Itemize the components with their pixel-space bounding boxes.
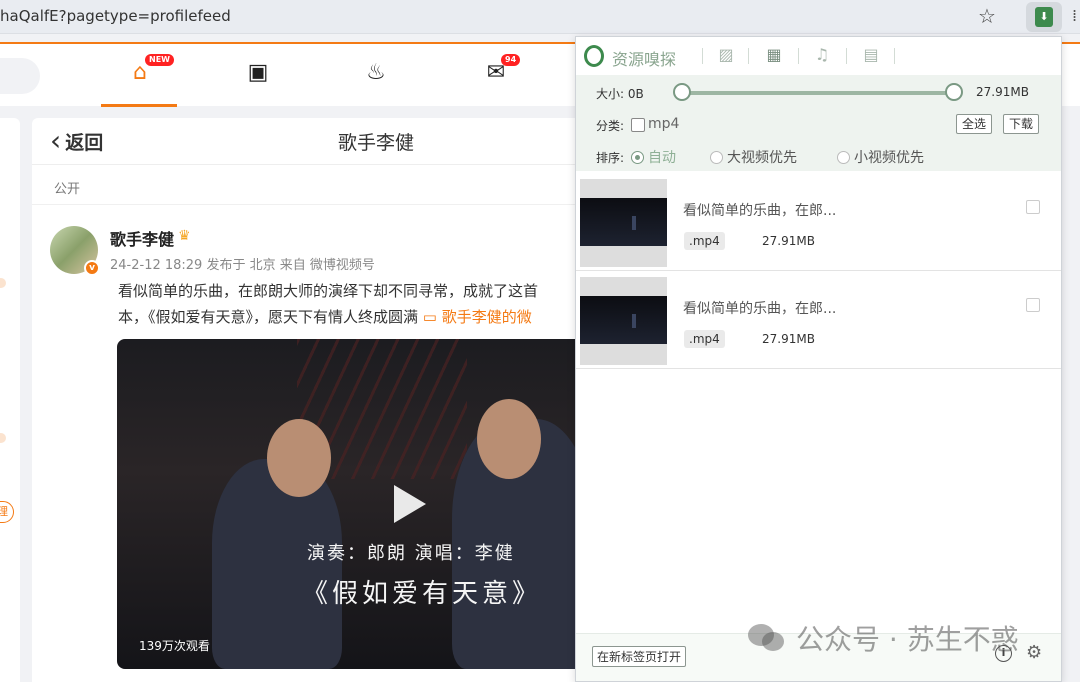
- crown-icon: ♛: [178, 228, 191, 244]
- divider: [702, 48, 703, 64]
- address-bar: haQalfE?pagetype=profilefeed ☆ ⬇ ⁞: [0, 0, 1080, 34]
- file-size: 27.91MB: [762, 332, 815, 346]
- divider: [32, 164, 592, 165]
- post-text-line: 看似简单的乐曲，在郎朗大师的演绎下却不同寻常，成就了这首: [118, 282, 539, 300]
- download-button[interactable]: 下载: [1003, 114, 1040, 134]
- back-label: 返回: [65, 132, 104, 154]
- video-credits: 演奏：郎朗 演唱：李健: [307, 543, 515, 564]
- singer-head: [477, 399, 541, 479]
- star-icon[interactable]: ☆: [978, 4, 996, 28]
- file-size: 27.91MB: [762, 234, 815, 248]
- hot-icon[interactable]: ♨: [361, 60, 391, 90]
- sort-small-first-radio[interactable]: [837, 151, 850, 164]
- divider: [894, 48, 895, 64]
- category-label: 分类:: [596, 119, 625, 133]
- post-text-plain: 本，《假如爱有天意》，愿天下有情人终成圆满: [118, 308, 423, 326]
- post-text-line: 本，《假如爱有天意》，愿天下有情人终成圆满 ▭ 歌手李健的微: [118, 304, 592, 330]
- size-min-label: 大小: 0B: [596, 87, 644, 101]
- slider-max-handle[interactable]: [945, 83, 963, 101]
- video-thumbnail[interactable]: [580, 277, 667, 365]
- sort-option-label: 小视频优先: [854, 150, 924, 166]
- format-badge: .mp4: [684, 330, 725, 348]
- watermark-text: 公众号 · 苏生不惑: [796, 623, 1019, 656]
- sort-label: 排序:: [596, 151, 625, 165]
- search-input[interactable]: [0, 58, 40, 94]
- resource-title: 看似简单的乐曲，在郎...: [683, 203, 837, 219]
- extension-button[interactable]: ⬇: [1026, 2, 1062, 32]
- divider: [748, 48, 749, 64]
- watermark: 公众号 · 苏生不惑: [748, 618, 1019, 658]
- author-name[interactable]: 歌手李健: [110, 226, 174, 250]
- sidebar-tag[interactable]: 理: [0, 501, 14, 523]
- visibility-label: 公开: [54, 182, 81, 197]
- sort-auto-radio[interactable]: [631, 151, 644, 164]
- resource-item[interactable]: 看似简单的乐曲，在郎... .mp4 27.91MB: [576, 273, 1061, 369]
- video-link-icon: ▭: [422, 308, 442, 326]
- post-card: ‹ 返回 歌手李健 公开 v 歌手李健 ♛ 24-2-12 18:29 发布于 …: [32, 118, 592, 682]
- back-button[interactable]: ‹ 返回: [50, 123, 104, 157]
- video-thumbnail[interactable]: [580, 179, 667, 267]
- home-icon[interactable]: ⌂ NEW: [125, 54, 174, 90]
- video-player[interactable]: 演奏：郎朗 演唱：李健 《假如爱有天意》 139万次观看: [117, 339, 592, 669]
- divider: [32, 204, 592, 205]
- post-link[interactable]: 歌手李健的微: [442, 308, 532, 326]
- document-icon[interactable]: ▤: [860, 44, 882, 66]
- sort-large-first-radio[interactable]: [710, 151, 723, 164]
- video-icon[interactable]: ▣: [243, 60, 273, 90]
- select-all-button[interactable]: 全选: [956, 114, 993, 134]
- pianist-head: [267, 419, 331, 497]
- left-sidebar: 理: [0, 118, 20, 682]
- resource-sniffer-popup: 资源嗅探 ▨ ▦ ♫ ▤ 大小: 0B 27.91MB 分类: mp4 全选 下…: [575, 36, 1062, 682]
- video-title: 《假如爱有天意》: [302, 579, 543, 609]
- divider: [798, 48, 799, 64]
- sort-option-label: 大视频优先: [727, 150, 797, 166]
- view-count: 139万次观看: [139, 639, 210, 653]
- chevron-left-icon: ‹: [50, 123, 62, 157]
- divider: [846, 48, 847, 64]
- film-icon[interactable]: ▦: [763, 44, 785, 66]
- play-icon[interactable]: [394, 485, 426, 523]
- open-new-tab-button[interactable]: 在新标签页打开: [592, 646, 687, 667]
- messages-icon[interactable]: ✉ 94: [481, 54, 521, 90]
- resource-title: 看似简单的乐曲，在郎...: [683, 301, 837, 317]
- post-text: 看似简单的乐曲，在郎朗大师的演绎下却不同寻常，成就了这首 本，《假如爱有天意》，…: [118, 278, 592, 330]
- download-extension-icon: ⬇: [1035, 7, 1053, 27]
- post-meta: 24-2-12 18:29 发布于 北京 来自 微博视频号: [110, 258, 375, 273]
- page-title: 歌手李健: [338, 132, 415, 154]
- wechat-logo-icon: [748, 622, 788, 654]
- resource-checkbox[interactable]: [1026, 200, 1040, 214]
- format-badge: .mp4: [684, 232, 725, 250]
- sniffer-logo-icon: [584, 45, 604, 67]
- popup-title: 资源嗅探: [612, 50, 677, 69]
- verified-icon: v: [84, 260, 100, 276]
- gear-icon[interactable]: ⚙: [1026, 642, 1042, 663]
- slider-min-handle[interactable]: [673, 83, 691, 101]
- size-max-label: 27.91MB: [976, 85, 1029, 99]
- category-value: mp4: [648, 116, 680, 132]
- sidebar-dot: [0, 278, 6, 288]
- mp4-checkbox[interactable]: [631, 118, 645, 132]
- resource-checkbox[interactable]: [1026, 298, 1040, 312]
- popup-header: 资源嗅探 ▨ ▦ ♫ ▤: [576, 37, 1061, 75]
- extensions-puzzle-icon[interactable]: ⁞: [1072, 6, 1077, 25]
- resource-item[interactable]: 看似简单的乐曲，在郎... .mp4 27.91MB: [576, 175, 1061, 271]
- new-badge: NEW: [145, 54, 174, 66]
- sidebar-dot: [0, 433, 6, 443]
- sort-option-label: 自动: [648, 150, 676, 166]
- size-range-slider[interactable]: [681, 91, 956, 95]
- image-icon[interactable]: ▨: [715, 44, 737, 66]
- messages-badge: 94: [501, 54, 521, 66]
- filter-panel: 大小: 0B 27.91MB 分类: mp4 全选 下载 排序: 自动 大视频优…: [576, 75, 1061, 171]
- url-text[interactable]: haQalfE?pagetype=profilefeed: [0, 7, 231, 25]
- music-icon[interactable]: ♫: [811, 44, 833, 66]
- active-tab-underline: [101, 104, 177, 107]
